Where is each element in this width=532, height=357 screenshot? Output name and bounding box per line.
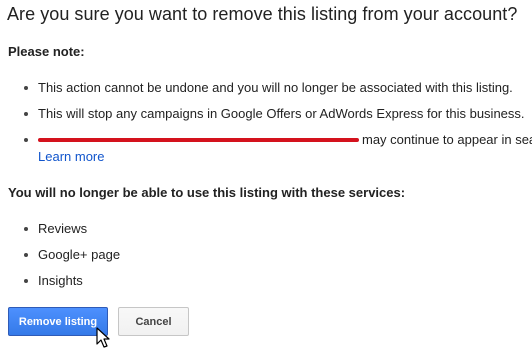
bullet-icon [24, 279, 28, 283]
service-text: Google+ page [38, 247, 121, 262]
redaction-mark [38, 138, 359, 142]
bullet-icon [24, 86, 28, 90]
dialog-title: Are you sure you want to remove this lis… [7, 4, 518, 24]
note-text: may continue to appear in sea [362, 132, 532, 147]
service-text: Reviews [38, 221, 88, 236]
service-text: Insights [38, 273, 83, 288]
cancel-button[interactable]: Cancel [118, 307, 189, 336]
note-text: This action cannot be undone and you wil… [38, 80, 513, 95]
note-text: This will stop any campaigns in Google O… [38, 106, 525, 121]
bullet-icon [24, 253, 28, 257]
remove-listing-dialog: Are you sure you want to remove this lis… [0, 0, 532, 357]
bullet-icon [24, 227, 28, 231]
bullet-icon [24, 112, 28, 116]
mouse-pointer-icon [96, 327, 110, 348]
remove-listing-button[interactable]: Remove listing [8, 307, 108, 336]
note-heading: Please note: [8, 44, 85, 59]
learn-more-link[interactable]: Learn more [38, 149, 104, 164]
services-heading: You will no longer be able to use this l… [8, 185, 406, 200]
bullet-icon [24, 138, 28, 142]
